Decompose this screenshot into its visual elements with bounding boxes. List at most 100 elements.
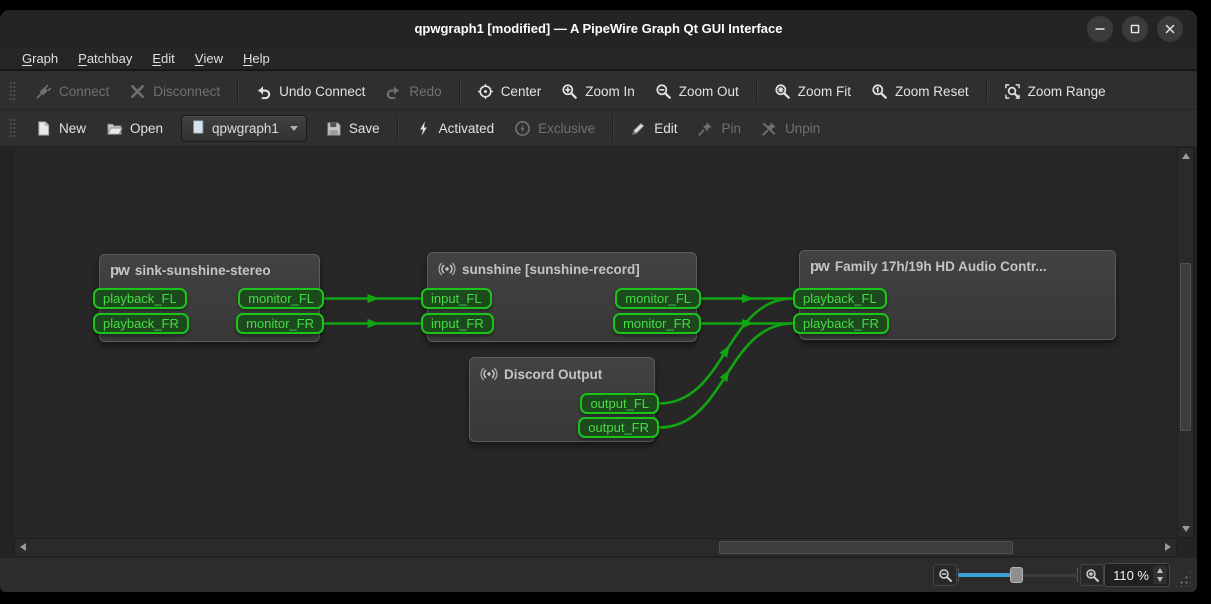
zoom-out-icon <box>655 83 672 100</box>
graph-canvas[interactable]: pwsink-sunshine-stereoplayback_FLplaybac… <box>14 147 1177 538</box>
unpin-button[interactable]: Unpin <box>751 114 830 143</box>
spin-down-icon[interactable] <box>1157 577 1163 582</box>
port-playback_FR[interactable]: playback_FR <box>793 313 889 334</box>
node-header: sunshine [sunshine-record] <box>428 253 696 285</box>
exclusive-button[interactable]: Exclusive <box>504 114 605 143</box>
vertical-scroll-thumb[interactable] <box>1180 263 1191 431</box>
redo-icon <box>385 83 402 100</box>
screen: qpwgraph1 [modified] — A PipeWire Graph … <box>0 0 1211 604</box>
audio-node-icon <box>480 365 498 383</box>
chevron-down-icon <box>290 126 298 131</box>
node-title: sink-sunshine-stereo <box>135 263 271 278</box>
unpin-icon <box>761 120 778 137</box>
new-icon <box>35 120 52 137</box>
node-title: Discord Output <box>504 367 602 382</box>
canvas-area: pwsink-sunshine-stereoplayback_FLplaybac… <box>0 147 1197 592</box>
menu-edit[interactable]: Edit <box>142 48 184 69</box>
menu-help[interactable]: Help <box>233 48 280 69</box>
exclusive-bolt-icon <box>514 120 531 137</box>
port-monitor_FL[interactable]: monitor_FL <box>238 288 324 309</box>
toolbar-button-label: Zoom Out <box>679 84 739 99</box>
connect-button[interactable]: Connect <box>25 77 119 106</box>
zoom-reset-button[interactable]: Zoom Reset <box>861 77 979 106</box>
scroll-right-arrow-icon[interactable] <box>1165 543 1171 551</box>
edit-pencil-icon <box>630 120 647 137</box>
maximize-button[interactable] <box>1122 16 1148 42</box>
pin-button[interactable]: Pin <box>687 114 751 143</box>
port-playback_FL[interactable]: playback_FL <box>93 288 187 309</box>
toolbar-separator <box>756 79 757 103</box>
vertical-scrollbar[interactable] <box>1177 147 1194 538</box>
undo-connect-button[interactable]: Undo Connect <box>245 77 375 106</box>
toolbar-graph: Connect Disconnect Undo Connect Redo Center Z… <box>0 73 1197 110</box>
connection-wires <box>14 147 1177 538</box>
resize-grip[interactable] <box>1174 570 1191 587</box>
toolbar-button-label: Zoom Range <box>1028 84 1106 99</box>
statusbar-zoom-in-button[interactable] <box>1080 564 1104 586</box>
pipewire-icon: pw <box>810 258 829 275</box>
spinbox-arrows[interactable] <box>1153 566 1167 584</box>
activated-button[interactable]: Activated <box>405 114 505 143</box>
slider-handle[interactable] <box>1010 567 1023 583</box>
zoom-fit-button[interactable]: Zoom Fit <box>764 77 861 106</box>
spin-up-icon[interactable] <box>1157 568 1163 573</box>
patchbay-file-icon <box>190 119 206 138</box>
zoom-percent-spinbox[interactable]: 110 % <box>1104 563 1170 587</box>
disconnect-button[interactable]: Disconnect <box>119 77 230 106</box>
port-input_FR[interactable]: input_FR <box>421 313 494 334</box>
zoom-out-button[interactable]: Zoom Out <box>645 77 749 106</box>
toolbar-separator <box>612 116 613 140</box>
center-button[interactable]: Center <box>467 77 552 106</box>
toolbar-drag-handle[interactable] <box>9 118 16 138</box>
menu-patchbay[interactable]: Patchbay <box>68 48 142 69</box>
horizontal-scroll-thumb[interactable] <box>719 541 1013 554</box>
audio-node-icon <box>438 260 456 278</box>
save-button[interactable]: Save <box>315 114 390 143</box>
menubar: GraphPatchbayEditViewHelp <box>0 48 1197 71</box>
zoom-in-icon <box>561 83 578 100</box>
statusbar-zoom-out-button[interactable] <box>933 564 957 586</box>
toolbar-button-label: Connect <box>59 84 109 99</box>
toolbar-button-label: New <box>59 121 86 136</box>
toolbar-button-label: Activated <box>439 121 495 136</box>
close-button[interactable] <box>1157 16 1183 42</box>
patchbay-select-combobox[interactable]: qpwgraph1 <box>181 115 307 142</box>
toolbar-separator <box>237 79 238 103</box>
port-playback_FL[interactable]: playback_FL <box>793 288 887 309</box>
toolbar-button-label: Unpin <box>785 121 820 136</box>
zoom-range-button[interactable]: Zoom Range <box>994 77 1116 106</box>
titlebar[interactable]: qpwgraph1 [modified] — A PipeWire Graph … <box>0 10 1197 48</box>
port-output_FR[interactable]: output_FR <box>578 417 659 438</box>
pin-icon <box>697 120 714 137</box>
toolbar-separator <box>397 116 398 140</box>
scroll-up-arrow-icon[interactable] <box>1182 153 1190 159</box>
toolbar-button-label: Zoom Reset <box>895 84 969 99</box>
toolbar-button-label: Undo Connect <box>279 84 365 99</box>
open-button[interactable]: Open <box>96 114 173 143</box>
port-output_FL[interactable]: output_FL <box>580 393 659 414</box>
zoom-in-button[interactable]: Zoom In <box>551 77 645 106</box>
port-playback_FR[interactable]: playback_FR <box>93 313 189 334</box>
toolbar-drag-handle[interactable] <box>9 81 16 101</box>
scroll-down-arrow-icon[interactable] <box>1182 526 1190 532</box>
edit-button[interactable]: Edit <box>620 114 687 143</box>
pipewire-icon: pw <box>110 262 129 279</box>
port-monitor_FL[interactable]: monitor_FL <box>615 288 701 309</box>
window-controls <box>1087 16 1183 42</box>
redo-button[interactable]: Redo <box>375 77 451 106</box>
menu-view[interactable]: View <box>185 48 233 69</box>
node-header: pwFamily 17h/19h HD Audio Contr... <box>800 251 1115 282</box>
toolbar-patchbay: New Open qpwgraph1 Save Activated Exclusive Ed… <box>0 110 1197 147</box>
port-monitor_FR[interactable]: monitor_FR <box>236 313 324 334</box>
port-input_FL[interactable]: input_FL <box>421 288 492 309</box>
menu-graph[interactable]: Graph <box>12 48 68 69</box>
toolbar-button-label: Center <box>501 84 542 99</box>
scroll-left-arrow-icon[interactable] <box>20 543 26 551</box>
port-monitor_FR[interactable]: monitor_FR <box>613 313 701 334</box>
activated-bolt-icon <box>415 120 432 137</box>
zoom-slider[interactable] <box>958 564 1078 586</box>
minimize-button[interactable] <box>1087 16 1113 42</box>
toolbar-button-label: Zoom Fit <box>798 84 851 99</box>
new-button[interactable]: New <box>25 114 96 143</box>
horizontal-scrollbar[interactable] <box>14 538 1177 557</box>
